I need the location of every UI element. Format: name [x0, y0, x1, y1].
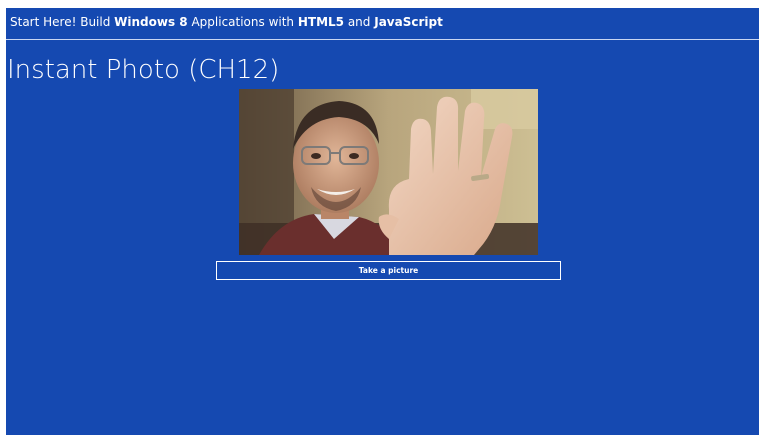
take-picture-button[interactable]: Take a picture: [216, 261, 561, 280]
header-title-part-bold: Windows 8: [114, 15, 188, 29]
header-title-part: Applications with: [187, 15, 298, 29]
camera-preview: [239, 89, 538, 255]
header-title: Start Here! Build Windows 8 Applications…: [10, 15, 443, 29]
header-title-part: Start Here! Build: [10, 15, 115, 29]
header-title-part: and: [344, 15, 375, 29]
page-title: Instant Photo (CH12): [7, 55, 280, 85]
camera-photo: [239, 89, 538, 255]
app-window: Start Here! Build Windows 8 Applications…: [6, 8, 759, 435]
app-header: Start Here! Build Windows 8 Applications…: [6, 8, 759, 40]
header-title-part-bold: JavaScript: [374, 15, 443, 29]
header-title-part-bold: HTML5: [297, 15, 345, 29]
